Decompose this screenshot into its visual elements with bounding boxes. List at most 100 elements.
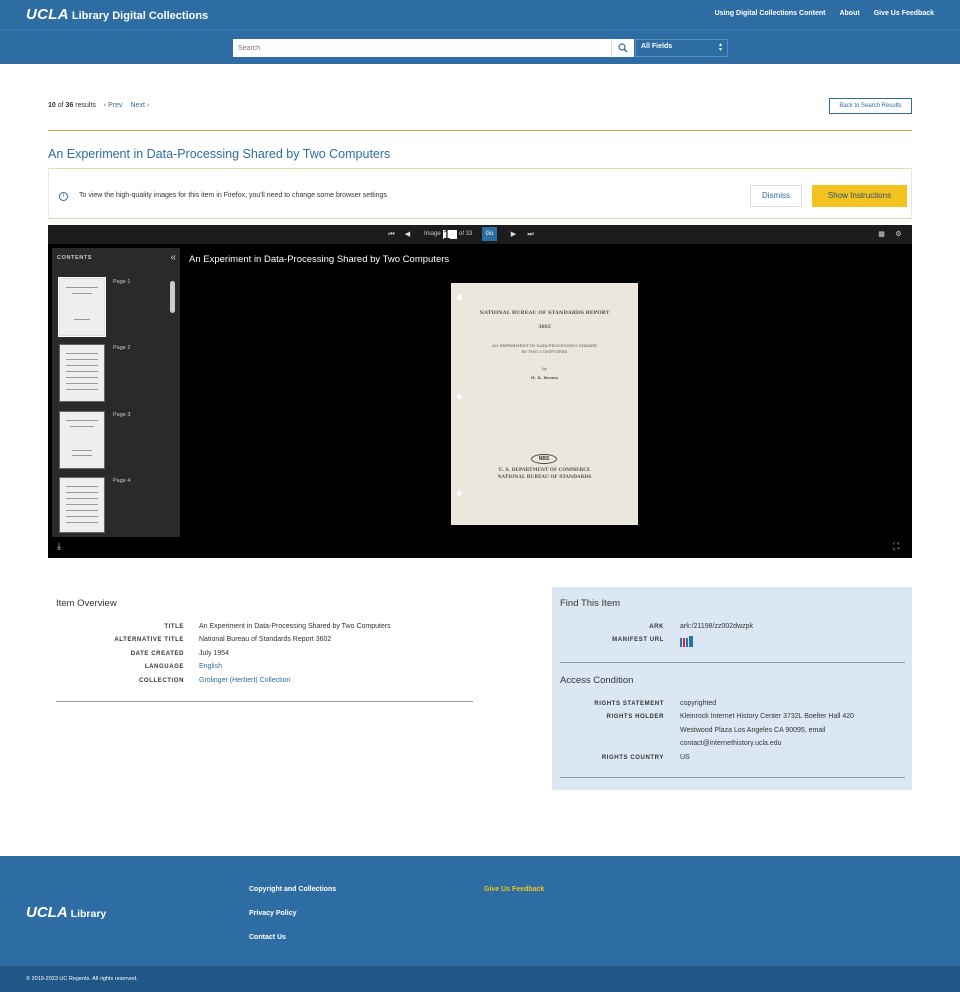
collection-link[interactable]: Grolinger (Herbert) Collection: [199, 677, 290, 684]
show-instructions-button[interactable]: Show Instructions: [812, 185, 907, 207]
rights-statement-value: copyrighted: [680, 700, 717, 707]
results-pagination: 10 of 36 results ‹ Prev Next ›: [48, 102, 149, 109]
sidebar-scrollbar[interactable]: [170, 281, 175, 313]
meta-label: RIGHTS HOLDER: [606, 714, 664, 720]
ark-value: ark:/21198/zz002dwzpk: [680, 623, 754, 630]
alert-text: To view the high-quality images for this…: [79, 192, 387, 199]
meta-label: DATE CREATED: [130, 651, 184, 657]
doc-line: BY TWO COMPUTERS: [521, 349, 568, 354]
doc-line: 3602: [538, 325, 551, 330]
thumbnail-label: Page 3: [113, 412, 131, 418]
doc-line: NATIONAL BUREAU OF STANDARDS: [497, 475, 592, 480]
nav-feedback[interactable]: Give Us Feedback: [874, 10, 934, 17]
thumbnail-page-4[interactable]: [59, 477, 105, 533]
rights-holder-line: contact@internethistory.ucla.edu: [680, 740, 782, 747]
footer-logo-ucla: UCLA: [26, 904, 68, 921]
contents-sidebar: CONTENTS « Page 1 Page 2 Page 3 Page 4: [52, 248, 180, 537]
footer-logo[interactable]: UCLA Library: [26, 904, 106, 921]
search-bar: All Fields ▴▾: [0, 29, 960, 64]
nav-using-content[interactable]: Using Digital Collections Content: [715, 10, 826, 17]
doc-line: by: [542, 366, 547, 371]
thumbnail-label: Page 1: [113, 279, 131, 285]
settings-gear-icon[interactable]: ⚙: [894, 230, 903, 239]
find-item-heading: Find This Item: [560, 598, 621, 609]
search-icon: [618, 43, 628, 53]
meta-label: TITLE: [164, 624, 184, 630]
access-condition-heading: Access Condition: [560, 675, 634, 686]
meta-label: RIGHTS STATEMENT: [594, 701, 664, 707]
search-field-select[interactable]: All Fields ▴ ▾: [635, 39, 728, 57]
image-number-input[interactable]: [443, 230, 457, 239]
meta-value: July 1954: [199, 650, 229, 657]
prev-link[interactable]: ‹ Prev: [104, 102, 123, 109]
footer-link-privacy[interactable]: Privacy Policy: [249, 910, 296, 917]
go-button[interactable]: Go: [482, 227, 497, 241]
footer: UCLA Library Copyright and Collections Pr…: [0, 856, 960, 966]
dismiss-button[interactable]: Dismiss: [750, 185, 802, 207]
thumbnail-label: Page 4: [113, 478, 131, 484]
thumbnail-page-1[interactable]: [58, 277, 106, 337]
gallery-view-icon[interactable]: ▦: [877, 230, 886, 239]
top-nav: Using Digital Collections Content About …: [715, 10, 934, 17]
doc-line: AN EXPERIMENT IN DATA-PROCESSING SHARED: [491, 343, 598, 348]
divider: [560, 662, 905, 663]
nbs-logo: NBS: [531, 454, 557, 464]
meta-label: RIGHTS COUNTRY: [601, 755, 664, 761]
viewer-toolbar: ⏮ ◀ Image of 33 Go ▶ ⏭ ▦ ⚙: [48, 225, 912, 244]
next-link[interactable]: Next ›: [131, 102, 150, 109]
rights-holder-line: Westwood Plaza Los Angeles CA 90095, ema…: [680, 727, 826, 734]
document-page-image[interactable]: NATIONAL BUREAU OF STANDARDS REPORT 3602…: [451, 283, 638, 525]
doc-line: U. S. DEPARTMENT OF COMMERCE: [498, 468, 591, 473]
nav-about[interactable]: About: [839, 10, 859, 17]
logo-library-text: Library Digital Collections: [71, 10, 209, 22]
results-label: results: [75, 102, 96, 109]
fullscreen-icon[interactable]: ⛶: [893, 541, 899, 552]
previous-page-icon[interactable]: ◀: [403, 230, 412, 239]
image-viewer: ⏮ ◀ Image of 33 Go ▶ ⏭ ▦ ⚙ CONTENTS « Pa…: [48, 225, 912, 558]
select-arrows-icon: ▴ ▾: [718, 42, 722, 53]
next-page-icon[interactable]: ▶: [509, 230, 518, 239]
back-to-results-button[interactable]: Back to Search Results: [829, 98, 912, 114]
meta-label: ARK: [649, 624, 664, 630]
footer-link-feedback[interactable]: Give Us Feedback: [484, 886, 544, 893]
image-count-label: of 33: [459, 231, 473, 237]
footer-link-contact[interactable]: Contact Us: [249, 934, 286, 941]
download-icon[interactable]: ⤓: [57, 541, 61, 552]
meta-label: LANGUAGE: [144, 664, 184, 670]
contents-label: CONTENTS: [57, 255, 93, 261]
thumbnail-page-2[interactable]: [59, 344, 105, 402]
result-total: 36: [65, 102, 74, 109]
rights-country-value: US: [680, 754, 690, 761]
canvas-title: An Experiment in Data-Processing Shared …: [189, 254, 450, 265]
result-of: of: [57, 102, 64, 109]
language-link[interactable]: English: [199, 663, 222, 670]
first-page-icon[interactable]: ⏮: [387, 230, 396, 239]
top-header: UCLA Library Digital Collections Using Di…: [0, 0, 960, 29]
info-icon: i: [59, 192, 68, 201]
search-input[interactable]: [233, 39, 611, 57]
iiif-manifest-icon[interactable]: [680, 636, 693, 647]
meta-label: MANIFEST URL: [612, 637, 664, 643]
page-title: An Experiment in Data-Processing Shared …: [48, 147, 391, 161]
footer-link-copyright[interactable]: Copyright and Collections: [249, 886, 336, 893]
logo-ucla: UCLA: [26, 6, 69, 23]
meta-label: COLLECTION: [139, 678, 184, 684]
divider: [56, 701, 473, 702]
meta-value: An Experiment in Data-Processing Shared …: [199, 623, 391, 630]
meta-label: ALTERNATIVE TITLE: [114, 637, 184, 643]
search-button[interactable]: [611, 39, 634, 57]
last-page-icon[interactable]: ⏭: [526, 230, 535, 239]
item-overview-heading: Item Overview: [56, 598, 117, 609]
rights-holder-line: Kleinrock Internet History Center 3732L …: [680, 713, 855, 720]
collapse-chevrons-icon[interactable]: «: [170, 252, 176, 263]
divider: [560, 777, 905, 778]
thumbnail-label: Page 2: [113, 345, 131, 351]
firefox-alert: i To view the high-quality images for th…: [48, 168, 912, 219]
divider: [48, 130, 912, 131]
site-logo[interactable]: UCLA Library Digital Collections: [26, 6, 208, 23]
thumbnail-page-3[interactable]: [59, 411, 105, 469]
footer-logo-library: Library: [70, 908, 107, 920]
search-field-value: All Fields: [641, 43, 673, 50]
meta-value: National Bureau of Standards Report 3602: [199, 636, 332, 643]
result-current: 10: [48, 102, 56, 109]
